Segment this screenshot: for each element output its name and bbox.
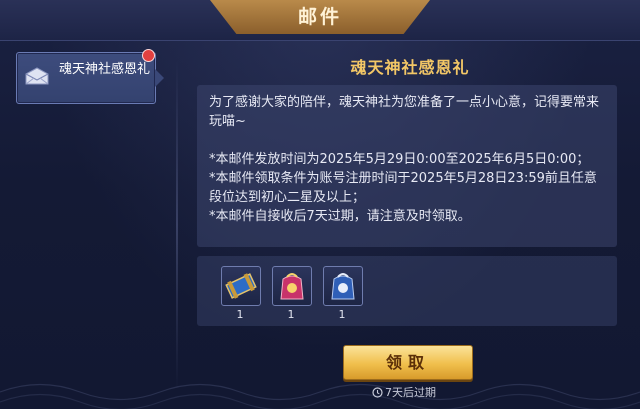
- reward-item[interactable]: [221, 266, 261, 306]
- mail-window: 邮件 魂天神社感恩礼 魂天神社感恩礼 为了感谢大家的陪伴，魂天神社为您准备了一点…: [0, 0, 640, 409]
- mail-body: 为了感谢大家的陪伴，魂天神社为您准备了一点小心意，记得要常来玩喵~ *本邮件发放…: [209, 93, 607, 226]
- mail-body-line: *本邮件发放时间为2025年5月29日0:00至2025年6月5日0:00；: [209, 152, 590, 167]
- scroll-icon: [225, 273, 257, 299]
- reward-count: 1: [338, 308, 346, 321]
- mail-body-box: 为了感谢大家的陪伴，魂天神社为您准备了一点小心意，记得要常来玩喵~ *本邮件发放…: [197, 85, 617, 247]
- divider: [176, 60, 178, 390]
- envelope-icon: [25, 67, 49, 85]
- reward-count: 1: [287, 308, 295, 321]
- blue-gift-bag-icon: [331, 273, 355, 300]
- reward-item[interactable]: [272, 266, 312, 306]
- window-title: 邮件: [297, 6, 342, 28]
- rewards-box: 1 1 1: [197, 256, 617, 326]
- red-gift-bag-icon: [280, 273, 304, 300]
- wave-decoration: [0, 383, 640, 409]
- mail-body-line: [209, 131, 607, 150]
- mail-title: 魂天神社感恩礼: [350, 58, 470, 77]
- mail-body-line: *本邮件自接收后7天过期，请注意及时领取。: [209, 209, 471, 224]
- mail-list-item[interactable]: 魂天神社感恩礼: [16, 52, 164, 104]
- mail-body-line: 为了感谢大家的陪伴，魂天神社为您准备了一点小心意，记得要常来玩喵~: [209, 95, 600, 129]
- mail-body-line: *本邮件领取条件为账号注册时间于2025年5月28日23:59前且任意段位达到初…: [209, 171, 597, 205]
- title-bar: 邮件: [0, 0, 640, 41]
- reward-item[interactable]: [323, 266, 363, 306]
- mail-list-item-label: 魂天神社感恩礼: [59, 62, 151, 77]
- reward-count: 1: [236, 308, 244, 321]
- unread-badge: [142, 49, 155, 62]
